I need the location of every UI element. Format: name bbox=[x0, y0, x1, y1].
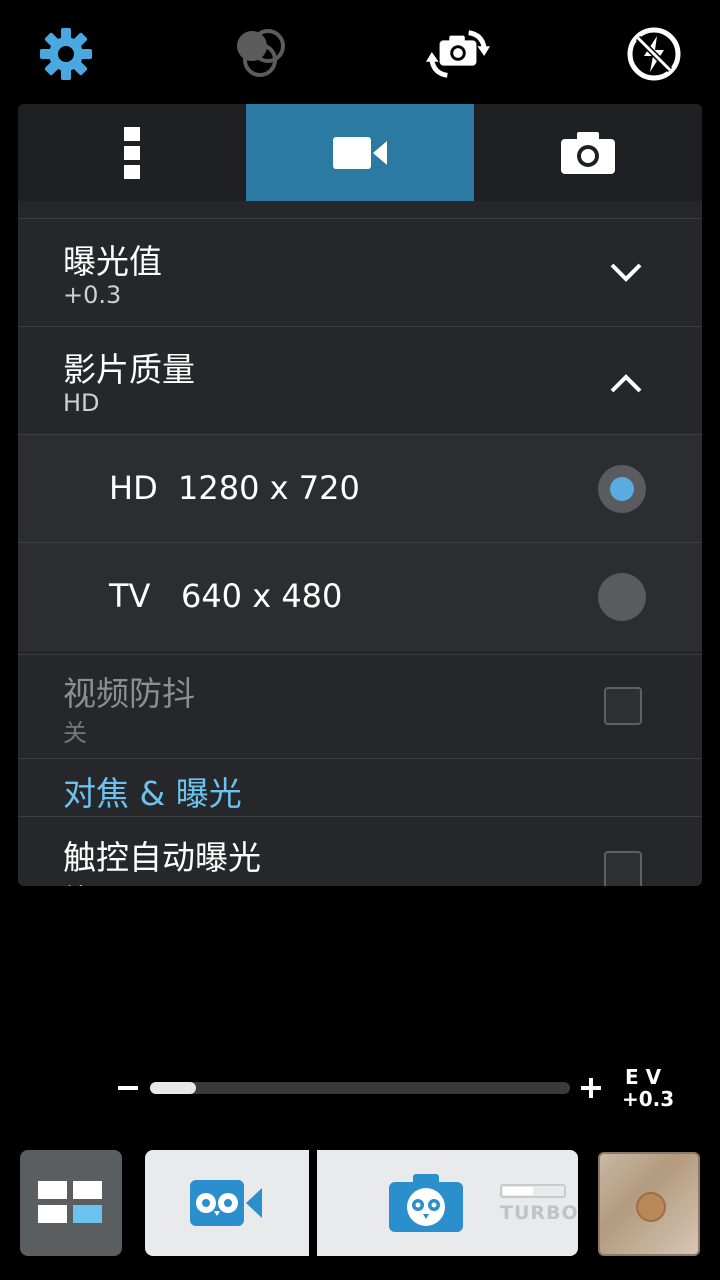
stabilization-checkbox[interactable] bbox=[604, 687, 642, 725]
top-bar bbox=[0, 0, 720, 104]
tab-video[interactable] bbox=[246, 104, 474, 201]
radio-unselected[interactable] bbox=[598, 573, 646, 621]
video-quality-value: HD bbox=[63, 389, 100, 417]
quality-option-label: TV 640 x 480 bbox=[109, 577, 343, 615]
flash-off-icon[interactable] bbox=[622, 22, 686, 86]
turbo-label: TURBO bbox=[500, 1202, 579, 1224]
bottom-controls: TURBO bbox=[0, 1150, 720, 1256]
stabilization-value: 关 bbox=[63, 719, 87, 747]
settings-tabs bbox=[18, 104, 702, 201]
gear-icon[interactable] bbox=[34, 22, 98, 86]
ev-value: +0.3 bbox=[622, 1087, 675, 1111]
turbo-battery-icon bbox=[500, 1184, 566, 1198]
section-header-focus-exposure: 对焦 & 曝光 bbox=[18, 758, 702, 817]
quality-option-tv[interactable]: TV 640 x 480 bbox=[18, 542, 702, 651]
take-photo-button[interactable]: TURBO bbox=[317, 1150, 578, 1256]
quality-option-hd[interactable]: HD 1280 x 720 bbox=[18, 434, 702, 543]
owl-video-icon bbox=[190, 1180, 262, 1226]
mode-menu-button[interactable] bbox=[20, 1150, 122, 1256]
more-vert-icon bbox=[124, 126, 140, 179]
video-quality-title: 影片质量 bbox=[63, 350, 195, 389]
touch-auto-exposure-value: 关 bbox=[63, 877, 87, 886]
exposure-title: 曝光值 bbox=[63, 242, 162, 281]
ev-slider: E V +0.3 bbox=[0, 1060, 720, 1120]
grid-mode-icon bbox=[38, 1181, 102, 1223]
tab-photo[interactable] bbox=[474, 104, 702, 201]
video-quality-setting[interactable]: 影片质量 HD bbox=[18, 326, 702, 435]
section-title: 对焦 & 曝光 bbox=[63, 774, 242, 813]
ev-label: E V bbox=[624, 1065, 662, 1089]
stabilization-title: 视频防抖 bbox=[63, 674, 195, 713]
exposure-value: +0.3 bbox=[63, 281, 122, 309]
chevron-down-icon bbox=[610, 263, 642, 282]
tab-more[interactable] bbox=[18, 104, 246, 201]
ev-slider-thumb[interactable] bbox=[150, 1082, 197, 1094]
exposure-setting[interactable]: 曝光值 +0.3 bbox=[18, 218, 702, 327]
thumbnail-image bbox=[638, 1194, 664, 1220]
ev-slider-track[interactable] bbox=[150, 1082, 570, 1094]
owl-camera-icon bbox=[389, 1174, 463, 1232]
switch-camera-icon[interactable] bbox=[426, 22, 490, 86]
touch-auto-exposure-title: 触控自动曝光 bbox=[63, 838, 261, 877]
chevron-up-icon bbox=[610, 374, 642, 393]
radio-selected[interactable] bbox=[598, 465, 646, 513]
settings-panel: 曝光值 +0.3 影片质量 HD HD 1280 x 720 TV 640 x … bbox=[18, 104, 702, 886]
ev-readout: E V +0.3 bbox=[622, 1065, 675, 1111]
tabs-divider bbox=[18, 201, 702, 217]
minus-icon[interactable] bbox=[118, 1086, 138, 1090]
plus-icon-vertical bbox=[589, 1078, 593, 1098]
video-camera-icon bbox=[333, 136, 387, 169]
stabilization-setting[interactable]: 视频防抖 关 bbox=[18, 654, 702, 759]
photo-camera-icon bbox=[561, 131, 615, 174]
record-video-button[interactable] bbox=[145, 1150, 309, 1256]
gallery-thumbnail[interactable] bbox=[598, 1152, 700, 1256]
touch-auto-exposure-setting[interactable]: 触控自动曝光 关 bbox=[18, 816, 702, 886]
quality-option-label: HD 1280 x 720 bbox=[109, 469, 360, 507]
touch-auto-exposure-checkbox[interactable] bbox=[604, 851, 642, 886]
color-effect-icon[interactable] bbox=[228, 22, 292, 86]
